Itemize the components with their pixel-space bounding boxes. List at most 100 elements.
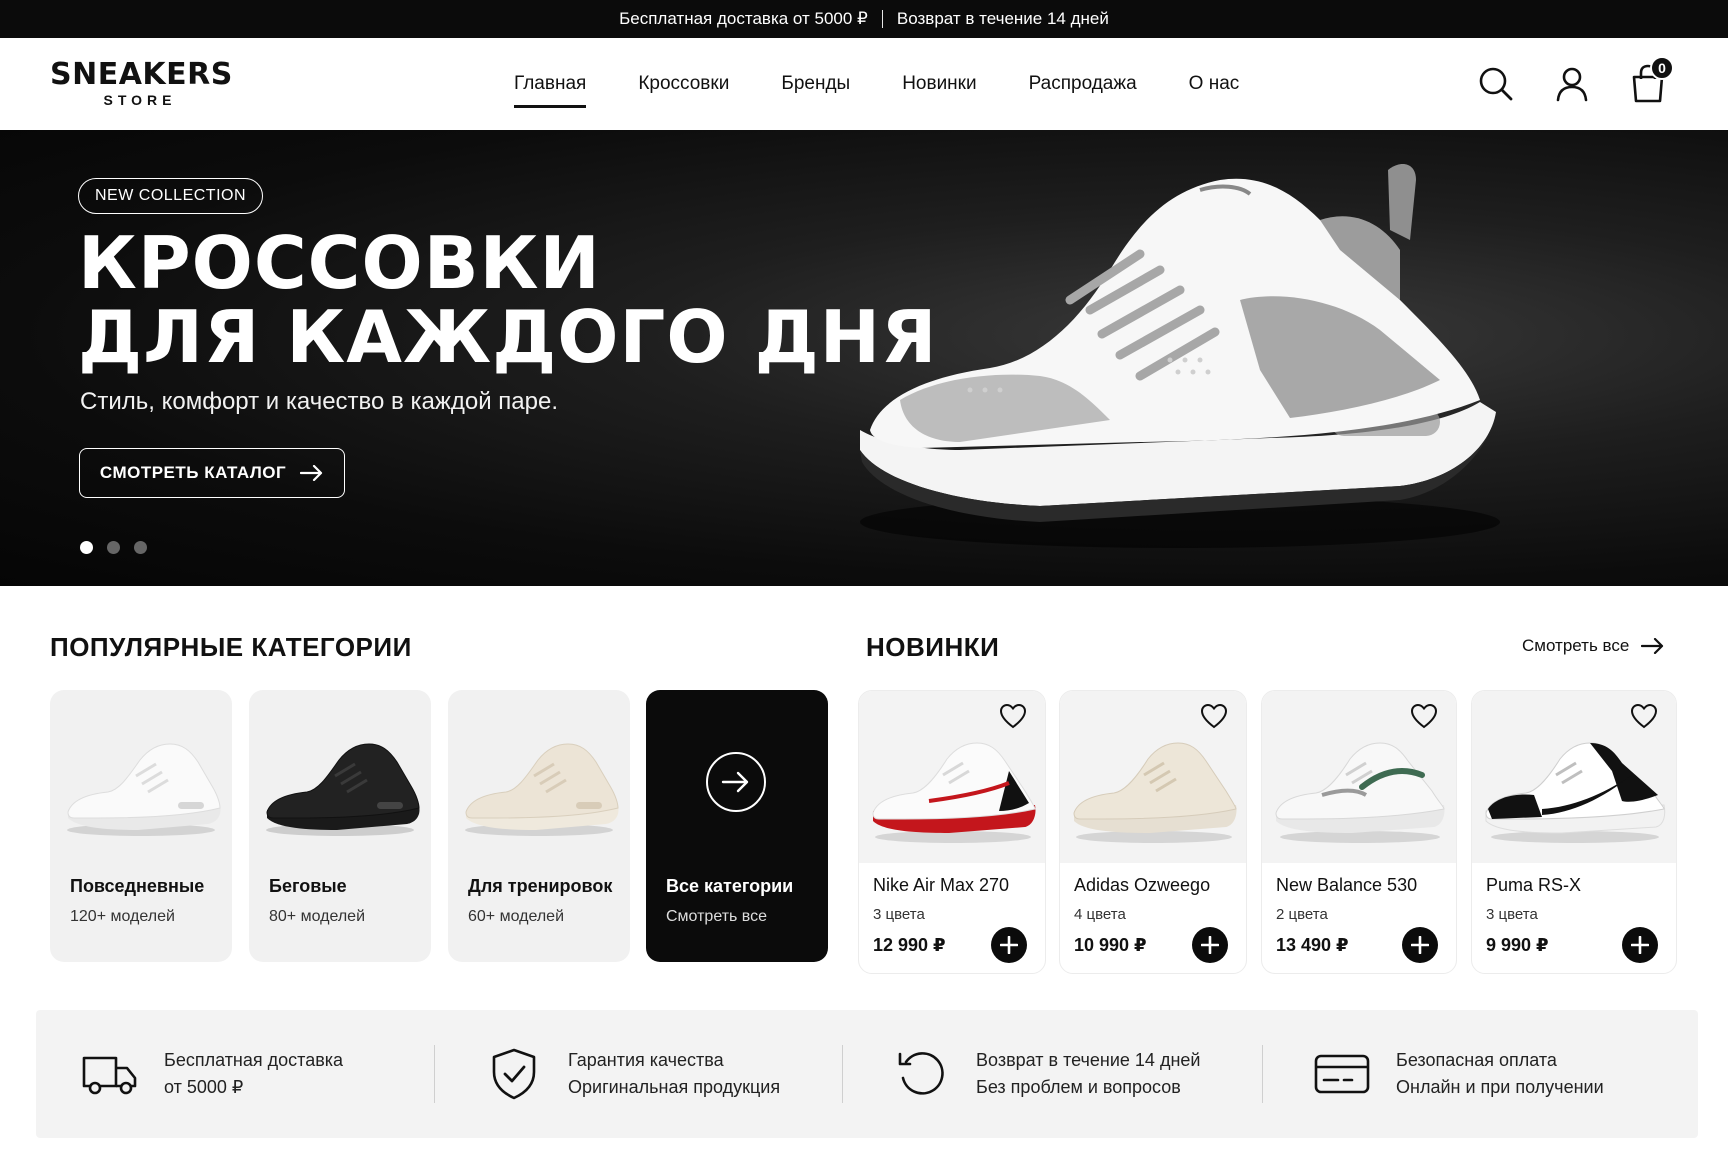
category-name: Беговые bbox=[269, 876, 347, 896]
feature-divider bbox=[434, 1045, 435, 1103]
product-colors: 4 цвета bbox=[1074, 906, 1126, 923]
logo[interactable]: SNEAKERS STORE bbox=[50, 57, 233, 109]
view-catalog-button[interactable]: СМОТРЕТЬ КАТАЛОГ bbox=[79, 448, 345, 498]
add-to-cart-button[interactable] bbox=[1192, 927, 1228, 963]
carousel-dots bbox=[80, 541, 147, 554]
plus-icon bbox=[1000, 936, 1018, 954]
hero-banner: NEW COLLECTION КРОССОВКИ ДЛЯ КАЖДОГО ДНЯ… bbox=[0, 130, 1728, 586]
nav-item-brands[interactable]: Бренды bbox=[755, 38, 876, 130]
promo-bar: Бесплатная доставка от 5000 ₽ Возврат в … bbox=[0, 0, 1728, 38]
category-count: 60+ моделей bbox=[468, 908, 565, 925]
heart-icon[interactable] bbox=[999, 703, 1027, 729]
shield-check-icon bbox=[492, 1048, 536, 1100]
arrow-right-icon bbox=[300, 465, 323, 481]
category-name: Для тренировок bbox=[468, 876, 613, 896]
user-icon[interactable] bbox=[1550, 62, 1594, 106]
collection-badge: NEW COLLECTION bbox=[78, 178, 264, 214]
carousel-dot-3[interactable] bbox=[134, 541, 147, 554]
see-all-label: Смотреть все bbox=[1522, 636, 1630, 655]
arrow-right-icon bbox=[1641, 638, 1664, 654]
product-card[interactable]: Puma RS-X 3 цвета 9 990 ₽ bbox=[1471, 690, 1677, 974]
truck-icon bbox=[82, 1056, 137, 1095]
nav-item-sale[interactable]: Распродажа bbox=[1003, 38, 1163, 130]
feature-subtitle: от 5000 ₽ bbox=[164, 1077, 244, 1097]
category-see-all: Смотреть все bbox=[666, 908, 768, 925]
carousel-dot-1[interactable] bbox=[80, 541, 93, 554]
nav-item-new[interactable]: Новинки bbox=[876, 38, 1002, 130]
nav-item-home[interactable]: Главная bbox=[488, 38, 612, 130]
feature-divider bbox=[1262, 1045, 1263, 1103]
category-card-training[interactable]: Для тренировок 60+ моделей bbox=[448, 690, 630, 962]
site-header: SNEAKERS STORE Главная Кроссовки Бренды … bbox=[0, 38, 1728, 130]
add-to-cart-button[interactable] bbox=[991, 927, 1027, 963]
category-card-running[interactable]: Беговые 80+ моделей bbox=[249, 690, 431, 962]
promo-return-text: Возврат в течение 14 дней bbox=[896, 9, 1109, 28]
carousel-dot-2[interactable] bbox=[107, 541, 120, 554]
category-name: Повседневные bbox=[70, 876, 205, 896]
product-name: Adidas Ozweego bbox=[1074, 875, 1211, 895]
arrow-right-circle-icon bbox=[706, 752, 766, 812]
plus-icon bbox=[1411, 936, 1429, 954]
beige-sneaker-image bbox=[465, 743, 619, 836]
nav-item-sneakers[interactable]: Кроссовки bbox=[612, 38, 755, 130]
product-name: Nike Air Max 270 bbox=[873, 875, 1010, 895]
search-icon[interactable] bbox=[1474, 62, 1518, 106]
features-bar: Бесплатная доставка от 5000 ₽ Гарантия к… bbox=[36, 1010, 1698, 1138]
promo-delivery-text: Бесплатная доставка от 5000 ₽ bbox=[619, 9, 868, 28]
add-to-cart-button[interactable] bbox=[1402, 927, 1438, 963]
product-colors: 3 цвета bbox=[873, 906, 925, 923]
feature-item: Бесплатная доставка от 5000 ₽ bbox=[80, 1010, 343, 1138]
category-count: 80+ моделей bbox=[269, 908, 366, 925]
heart-icon[interactable] bbox=[1630, 703, 1658, 729]
hero-title-line1: КРОССОВКИ bbox=[78, 221, 601, 305]
category-name: Все категории bbox=[666, 876, 794, 896]
hero-subtitle: Стиль, комфорт и качество в каждой паре. bbox=[80, 388, 559, 415]
feature-title: Возврат в течение 14 дней bbox=[976, 1050, 1201, 1070]
product-name: Puma RS-X bbox=[1486, 875, 1582, 895]
product-card[interactable]: Adidas Ozweego 4 цвета 10 990 ₽ bbox=[1059, 690, 1247, 974]
new-arrivals-title: НОВИНКИ bbox=[866, 632, 1000, 662]
product-card[interactable]: New Balance 530 2 цвета 13 490 ₽ bbox=[1261, 690, 1457, 974]
return-icon bbox=[898, 1052, 944, 1095]
cart-count-badge: 0 bbox=[1650, 56, 1674, 80]
product-colors: 2 цвета bbox=[1276, 906, 1328, 923]
credit-card-icon bbox=[1314, 1054, 1370, 1094]
hero-title: КРОССОВКИ ДЛЯ КАЖДОГО ДНЯ bbox=[78, 226, 937, 374]
promo-divider bbox=[881, 10, 883, 28]
feature-divider bbox=[842, 1045, 843, 1103]
black-sneaker-image bbox=[266, 743, 420, 836]
category-count: 120+ моделей bbox=[70, 908, 175, 925]
see-all-link[interactable]: Смотреть все bbox=[1522, 636, 1665, 656]
product-card[interactable]: Nike Air Max 270 3 цвета 12 990 ₽ bbox=[858, 690, 1046, 974]
category-card-all[interactable]: Все категории Смотреть все bbox=[646, 690, 828, 962]
feature-title: Гарантия качества bbox=[568, 1050, 724, 1070]
white-sneaker-image bbox=[67, 743, 221, 836]
feature-subtitle: Оригинальная продукция bbox=[568, 1077, 781, 1097]
product-price: 13 490 ₽ bbox=[1276, 935, 1349, 955]
feature-item: Безопасная оплата Онлайн и при получении bbox=[1312, 1010, 1604, 1138]
feature-subtitle: Без проблем и вопросов bbox=[976, 1077, 1181, 1097]
heart-icon[interactable] bbox=[1410, 703, 1438, 729]
hero-title-line2: ДЛЯ КАЖДОГО ДНЯ bbox=[78, 295, 938, 379]
feature-item: Гарантия качества Оригинальная продукция bbox=[484, 1010, 780, 1138]
feature-title: Безопасная оплата bbox=[1396, 1050, 1557, 1070]
product-price: 12 990 ₽ bbox=[873, 935, 946, 955]
popular-categories-title: ПОПУЛЯРНЫЕ КАТЕГОРИИ bbox=[50, 632, 412, 662]
main-nav: Главная Кроссовки Бренды Новинки Распрод… bbox=[488, 38, 1265, 130]
category-card-casual[interactable]: Повседневные 120+ моделей bbox=[50, 690, 232, 962]
logo-wordmark: SNEAKERS bbox=[50, 57, 233, 92]
plus-icon bbox=[1201, 936, 1219, 954]
product-price: 10 990 ₽ bbox=[1074, 935, 1147, 955]
shopping-bag-icon[interactable]: 0 bbox=[1626, 56, 1674, 106]
product-price: 9 990 ₽ bbox=[1486, 935, 1549, 955]
view-catalog-label: СМОТРЕТЬ КАТАЛОГ bbox=[99, 463, 287, 482]
nav-item-about[interactable]: О нас bbox=[1163, 38, 1266, 130]
product-name: New Balance 530 bbox=[1276, 875, 1418, 895]
hero-sneaker-image bbox=[860, 164, 1500, 548]
feature-title: Бесплатная доставка bbox=[164, 1050, 344, 1070]
plus-icon bbox=[1631, 936, 1649, 954]
product-colors: 3 цвета bbox=[1486, 906, 1538, 923]
feature-item: Возврат в течение 14 дней Без проблем и … bbox=[892, 1010, 1200, 1138]
add-to-cart-button[interactable] bbox=[1622, 927, 1658, 963]
heart-icon[interactable] bbox=[1200, 703, 1228, 729]
